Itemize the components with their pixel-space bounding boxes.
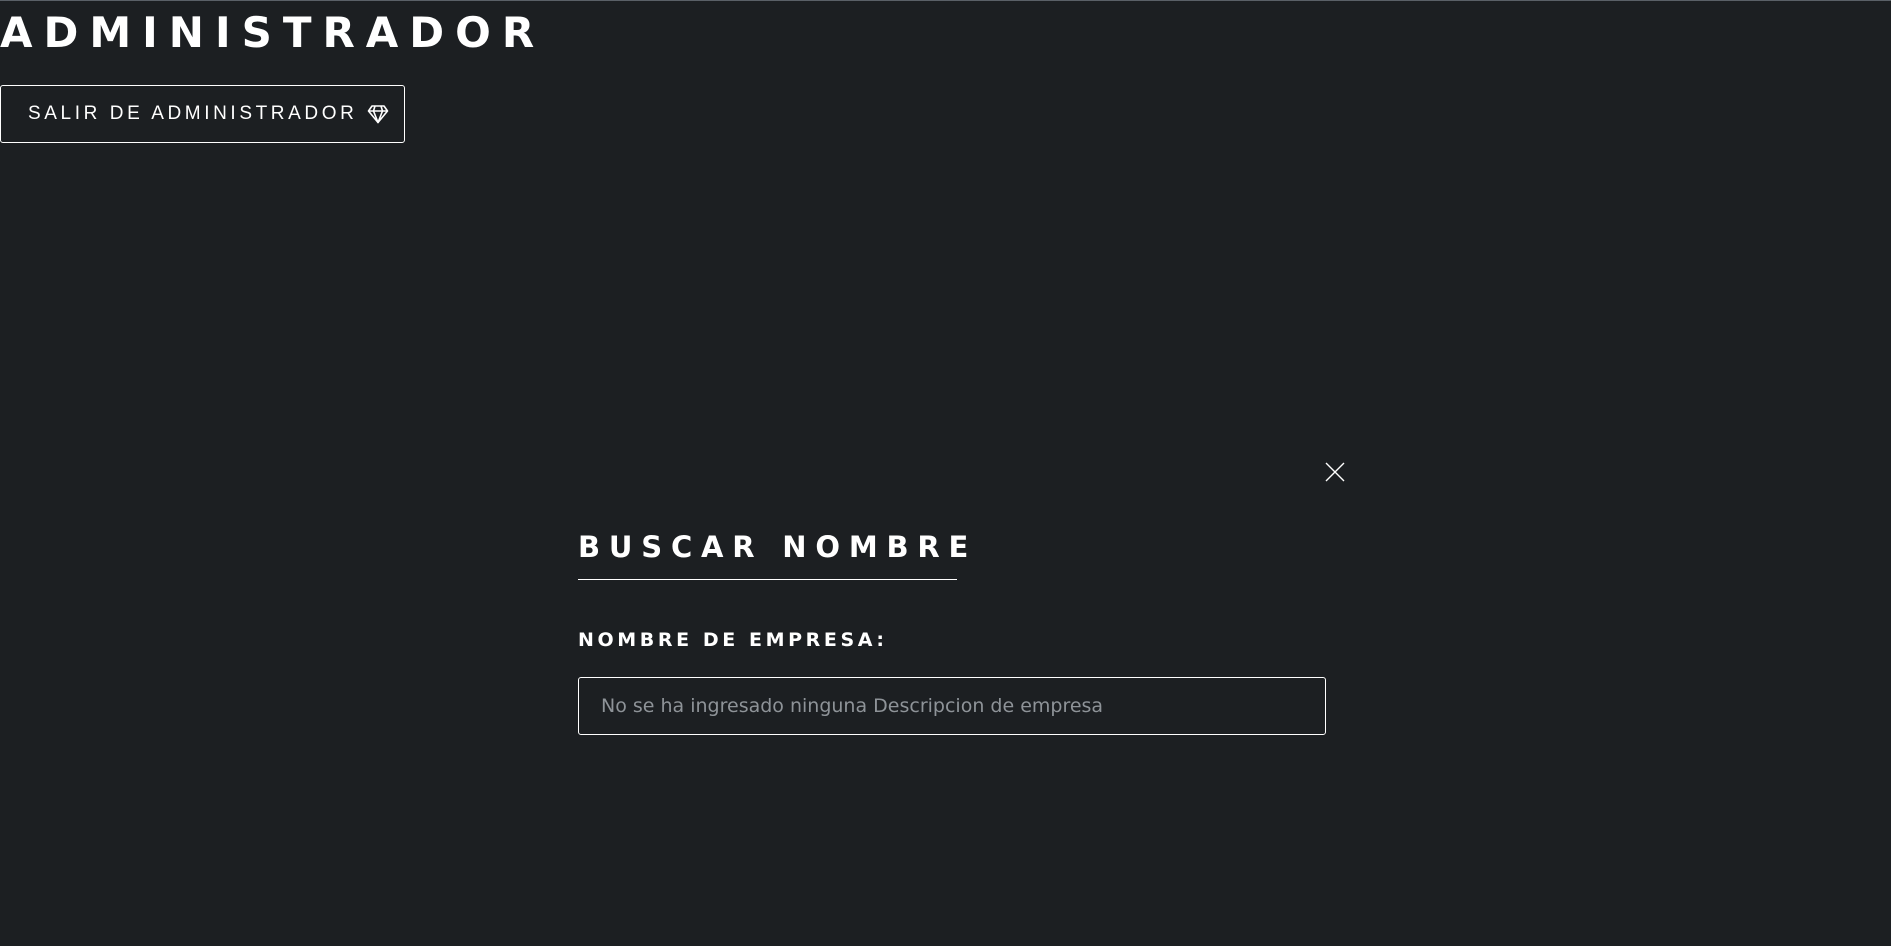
top-border: [0, 0, 1891, 1]
exit-admin-button-label: SALIR DE ADMINISTRADOR: [28, 103, 358, 124]
exit-admin-button[interactable]: SALIR DE ADMINISTRADOR: [0, 85, 405, 143]
close-icon: [1325, 462, 1345, 482]
page-title: ADMINISTRADOR: [0, 8, 546, 57]
company-name-label: NOMBRE DE EMPRESA:: [578, 629, 888, 651]
heading-underline: [578, 579, 957, 580]
close-button[interactable]: [1323, 460, 1347, 484]
diamond-icon: [367, 104, 389, 124]
search-heading: BUSCAR NOMBRE: [578, 530, 978, 564]
company-name-input[interactable]: [578, 677, 1326, 735]
